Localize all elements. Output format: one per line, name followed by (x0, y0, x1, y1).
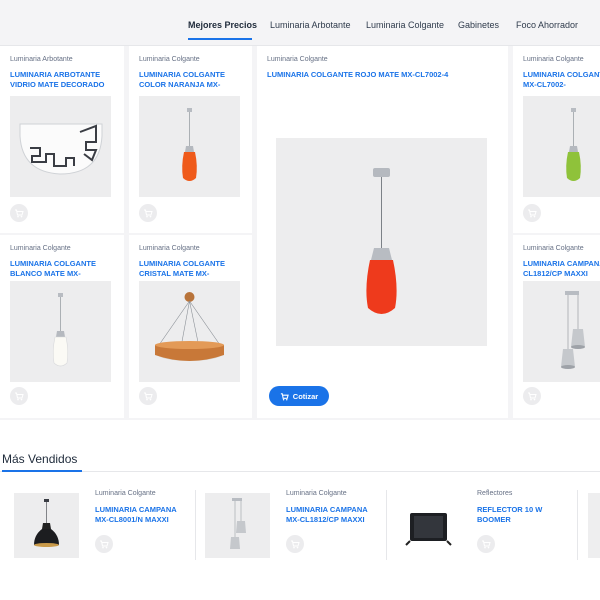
product-title[interactable]: LUMINARIA COLGANTE VERDE MX-CL7002- (523, 70, 600, 90)
add-to-quote-button[interactable] (139, 204, 157, 222)
add-to-quote-button[interactable] (139, 387, 157, 405)
bell-pendant-icon[interactable] (523, 281, 600, 382)
tab-foco-ahorrador[interactable]: Foco Ahorrador (516, 20, 578, 30)
product-title[interactable]: LUMINARIA CAMPANA MX-CL8001/N MAXXI (95, 505, 183, 525)
cart-plus-icon (100, 540, 109, 549)
best-seller-item[interactable]: Luminaria Colgante LUMINARIA CAMPANA MX-… (205, 490, 385, 560)
product-card[interactable]: Luminaria Colgante LUMINARIA COLGANTE CO… (129, 46, 252, 233)
add-to-quote-button[interactable] (523, 387, 541, 405)
floodlight-icon[interactable] (396, 493, 461, 558)
product-category: Luminaria Colgante (286, 490, 347, 497)
add-to-quote-button[interactable] (286, 535, 304, 553)
product-card[interactable]: Luminaria Colgante LUMINARIA COLGANTE CR… (129, 235, 252, 418)
wall-sconce-icon[interactable] (10, 96, 111, 197)
product-title[interactable]: LUMINARIA COLGANTE CRISTAL MATE MX- (139, 259, 248, 279)
product-category: Reflectores (477, 490, 513, 497)
pendant-lamp-green-icon[interactable] (523, 96, 600, 197)
best-sellers-underline (2, 470, 82, 472)
product-category: Luminaria Arbotante (10, 56, 73, 63)
product-card[interactable]: Luminaria Colgante LUMINARIA CAMPANA MX-… (513, 235, 600, 418)
cart-plus-icon (528, 392, 537, 401)
cart-plus-icon (144, 392, 153, 401)
add-to-quote-button[interactable] (10, 387, 28, 405)
cart-plus-icon (482, 540, 491, 549)
tab-luminaria-arbotante[interactable]: Luminaria Arbotante (270, 20, 351, 30)
tab-mejores-precios[interactable]: Mejores Precios (188, 20, 257, 30)
item-divider (195, 490, 196, 560)
product-title[interactable]: LUMINARIA COLGANTE BLANCO MATE MX- (10, 259, 120, 279)
black-bell-pendant-icon[interactable] (14, 493, 79, 558)
tab-gabinetes[interactable]: Gabinetes (458, 20, 499, 30)
next-item-peek (588, 493, 600, 558)
product-card[interactable]: Luminaria Colgante LUMINARIA COLGANTE VE… (513, 46, 600, 233)
product-category: Luminaria Colgante (523, 56, 584, 63)
item-divider (386, 490, 387, 560)
product-title[interactable]: REFLECTOR 10 W BOOMER (477, 505, 565, 525)
product-category: Luminaria Colgante (267, 56, 328, 63)
product-category: Luminaria Colgante (523, 245, 584, 252)
product-category: Luminaria Colgante (95, 490, 156, 497)
product-category: Luminaria Colgante (139, 245, 200, 252)
category-tabs: Mejores Precios Luminaria Arbotante Lumi… (0, 8, 600, 46)
section-divider (0, 471, 600, 472)
item-divider (577, 490, 578, 560)
product-category: Luminaria Colgante (10, 245, 71, 252)
add-to-quote-button[interactable] (523, 204, 541, 222)
tab-luminaria-colgante[interactable]: Luminaria Colgante (366, 20, 444, 30)
add-to-quote-button[interactable] (477, 535, 495, 553)
pendant-lamp-white-icon[interactable] (10, 281, 111, 382)
add-to-quote-button[interactable] (95, 535, 113, 553)
cart-plus-icon (15, 392, 24, 401)
best-seller-item[interactable]: Luminaria Colgante LUMINARIA CAMPANA MX-… (14, 490, 194, 560)
product-category: Luminaria Colgante (139, 56, 200, 63)
cart-plus-icon (528, 209, 537, 218)
pendant-lamp-red-icon[interactable] (276, 138, 487, 346)
best-sellers-title: Más Vendidos (2, 452, 78, 466)
cotizar-label: Cotizar (292, 391, 319, 401)
cart-plus-icon (144, 209, 153, 218)
featured-product-card[interactable]: Luminaria Colgante LUMINARIA COLGANTE RO… (257, 46, 508, 418)
cart-plus-icon (291, 540, 300, 549)
chrome-bell-pendant-icon[interactable] (205, 493, 270, 558)
cotizar-button[interactable]: Cotizar (269, 386, 329, 406)
product-title[interactable]: LUMINARIA ARBOTANTE VIDRIO MATE DECORADO (10, 70, 120, 90)
best-seller-item[interactable]: Reflectores REFLECTOR 10 W BOOMER (396, 490, 576, 560)
cart-plus-icon (280, 392, 289, 400)
product-title[interactable]: LUMINARIA COLGANTE ROJO MATE MX-CL7002-4 (267, 70, 504, 80)
product-title[interactable]: LUMINARIA CAMPANA MX-CL1812/CP MAXXI (523, 259, 600, 279)
ring-chandelier-icon[interactable] (139, 281, 240, 382)
product-card[interactable]: Luminaria Arbotante LUMINARIA ARBOTANTE … (0, 46, 124, 233)
product-title[interactable]: LUMINARIA CAMPANA MX-CL1812/CP MAXXI (286, 505, 374, 525)
active-tab-indicator (188, 38, 252, 40)
cart-plus-icon (15, 209, 24, 218)
product-title[interactable]: LUMINARIA COLGANTE COLOR NARANJA MX- (139, 70, 248, 90)
add-to-quote-button[interactable] (10, 204, 28, 222)
pendant-lamp-orange-icon[interactable] (139, 96, 240, 197)
product-card[interactable]: Luminaria Colgante LUMINARIA COLGANTE BL… (0, 235, 124, 418)
